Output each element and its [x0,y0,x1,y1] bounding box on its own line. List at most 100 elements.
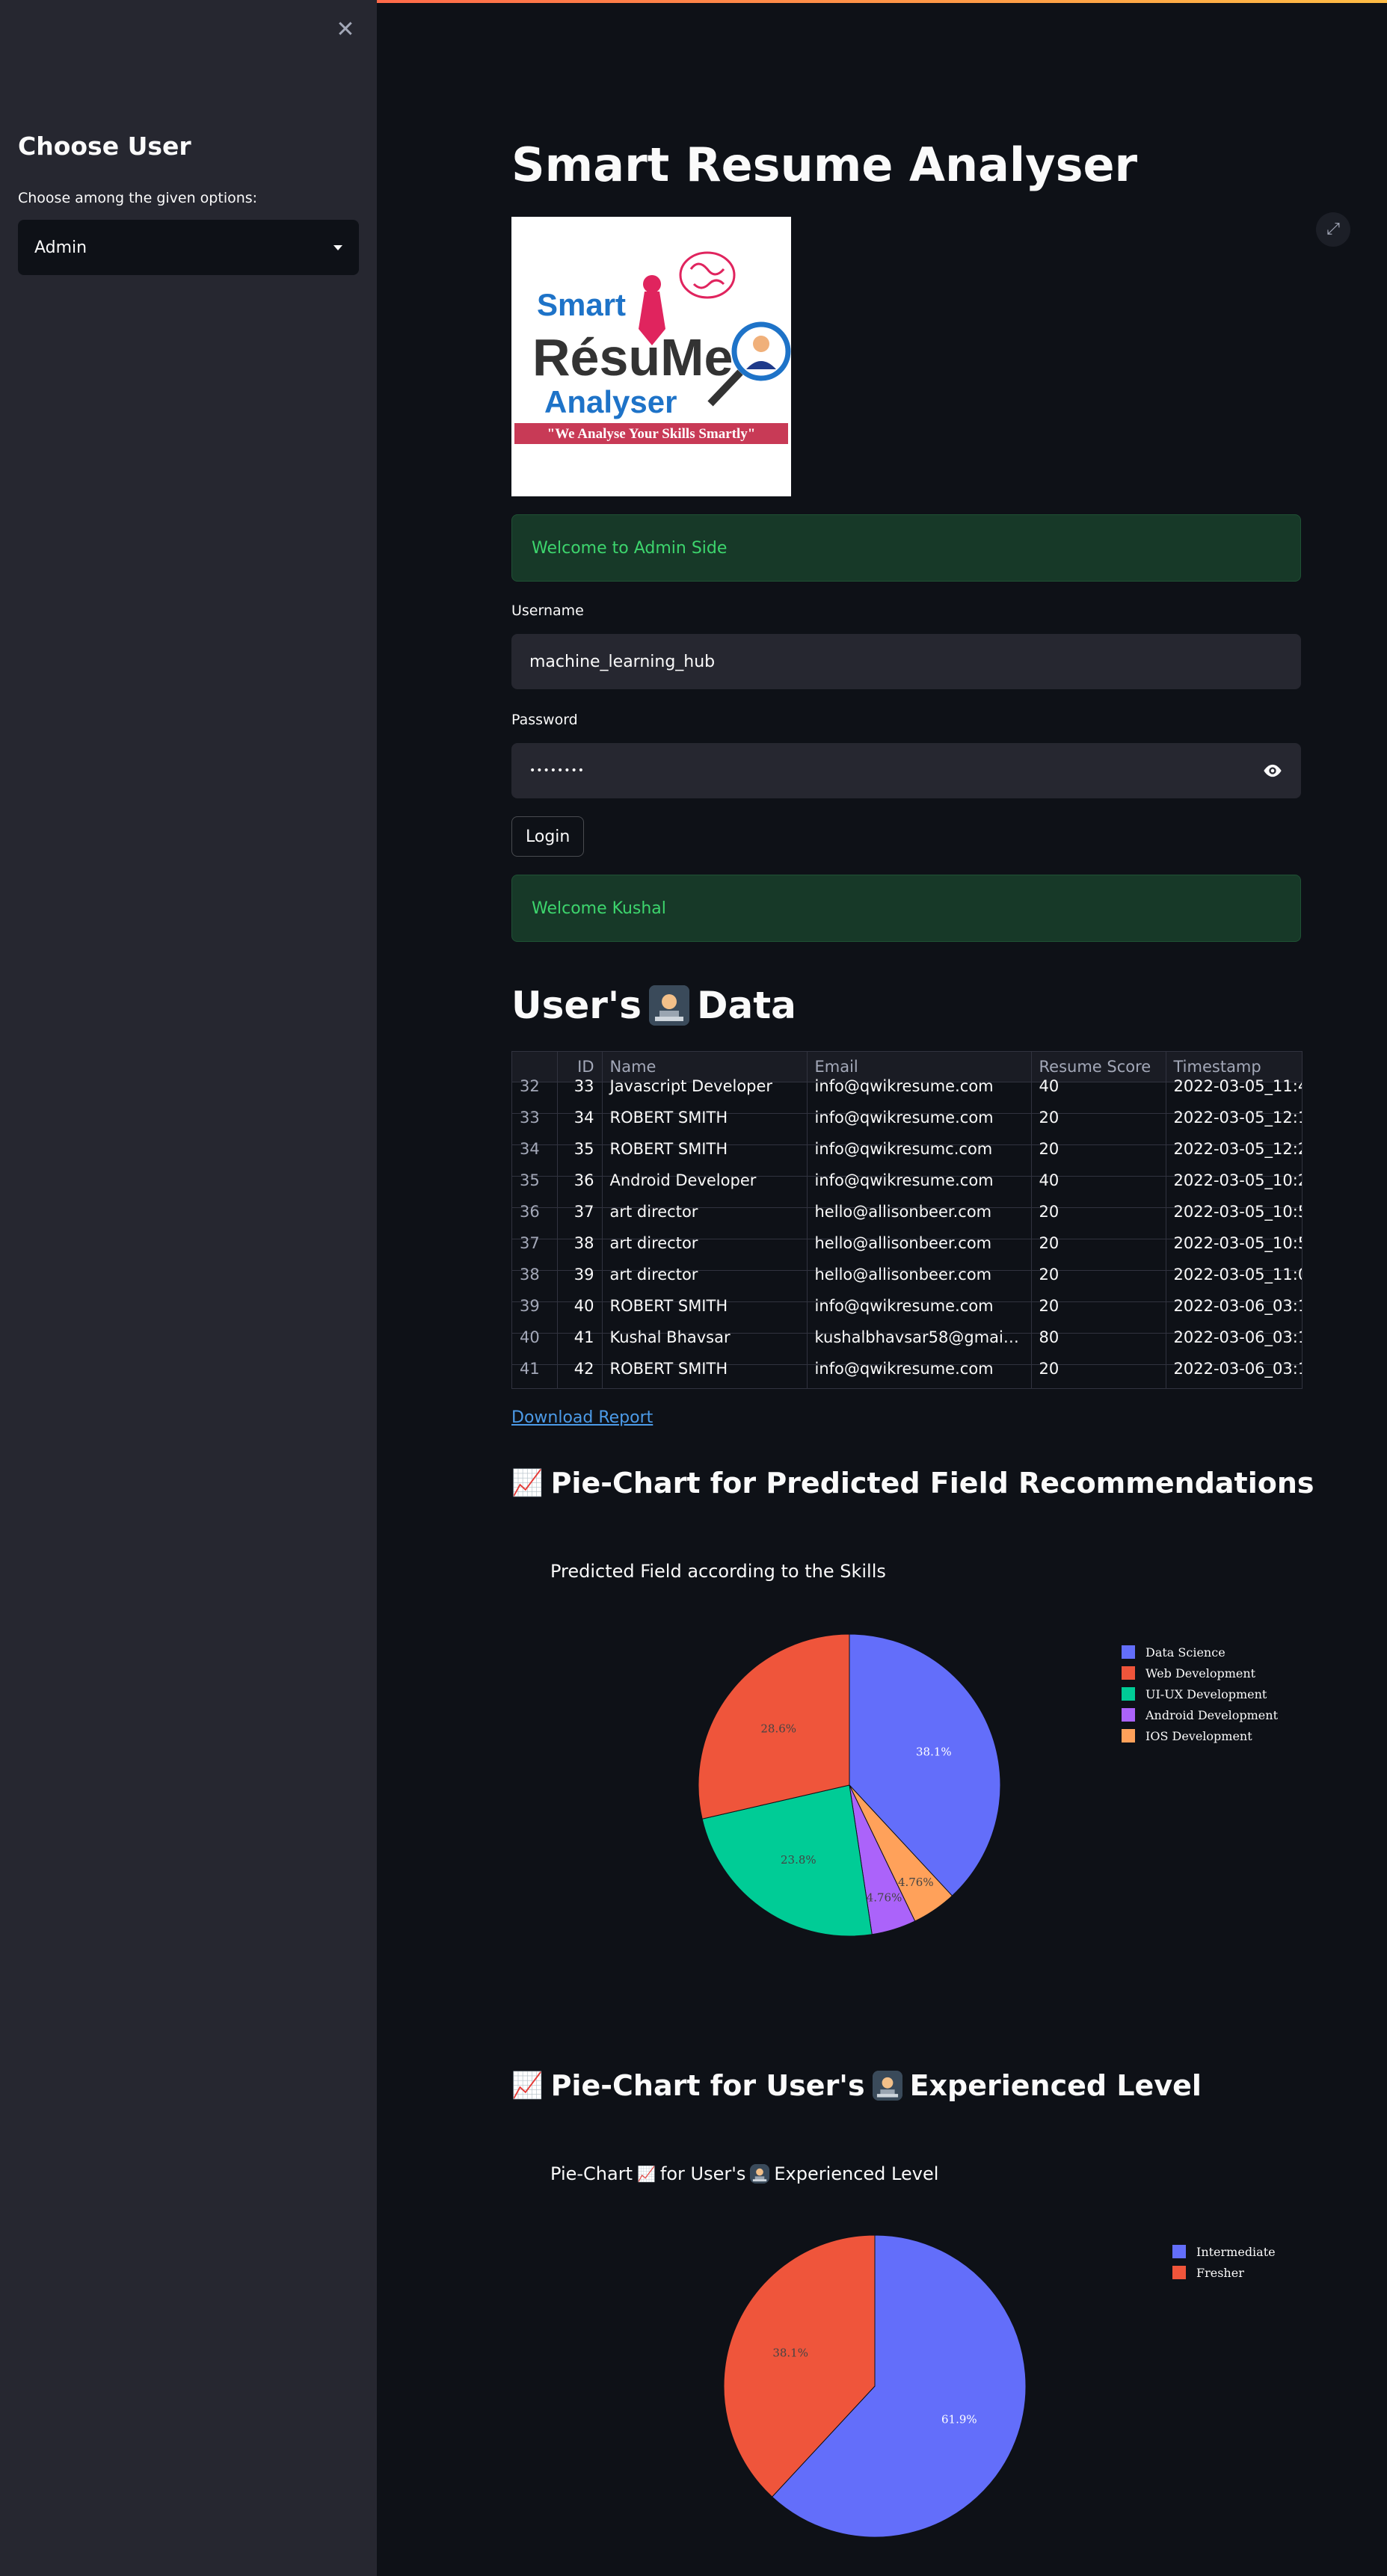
legend-label: IOS Development [1145,1728,1252,1743]
table-cell: hello@allisonbeer.com [807,1227,1032,1259]
password-label: Password [511,712,578,728]
legend-item[interactable]: UI-UX Development [1122,1683,1278,1704]
table-cell: 34 [512,1133,558,1165]
chart2-title: Pie-Chart 📈 for User's Experienced Level [550,2163,938,2184]
table-cell: Kushal Bhavsar [602,1321,808,1353]
table-cell: 40 [1031,1070,1166,1102]
legend-swatch [1172,2245,1186,2258]
table-row[interactable]: 38 39 art director hello@allisonbeer.com 20 2… [512,1258,1302,1290]
table-cell: 2022-03-06_03:1 [1166,1289,1302,1322]
pie-slice-label: 38.1% [772,2347,808,2360]
table-cell: 40 [512,1321,558,1353]
table-cell: info@qwikresume.com [807,1352,1032,1384]
table-cell: 39 [557,1258,603,1290]
table-cell: 2022-03-05_12:2 [1166,1133,1302,1165]
technologist-emoji-icon [750,2164,770,2184]
legend-fields: Data Science Web Development UI-UX Develop… [1122,1642,1278,1746]
table-cell: 2022-03-06_03:1 [1166,1321,1302,1353]
table-cell: 2022-03-05_11:4 [1166,1070,1302,1102]
select-label: Choose among the given options: [18,190,258,206]
table-cell: 20 [1031,1101,1166,1133]
table-cell: ROBERT SMITH [602,1352,808,1384]
table-cell: art director [602,1227,808,1259]
legend-label: Data Science [1145,1645,1225,1660]
legend-label: Web Development [1145,1666,1256,1680]
section2-heading-pre: Pie-Chart for User's [550,2069,865,2102]
table-cell: 40 [557,1289,603,1322]
table-row[interactable]: 33 34 ROBERT SMITH info@qwikresume.com 20 202… [512,1101,1302,1133]
table-cell: ROBERT SMITH [602,1101,808,1133]
table-cell: 41 [557,1321,603,1353]
svg-text:RésuMe: RésuMe [532,328,733,386]
pie-chart-fields-heading: 📈 Pie-Chart for Predicted Field Recommen… [511,1461,1314,1506]
admin-welcome-alert: Welcome to Admin Side [511,514,1301,582]
select-value: Admin [34,238,87,257]
table-cell: ROBERT SMITH [602,1289,808,1322]
table-cell: 42 [557,1352,603,1384]
table-row[interactable]: 34 35 ROBERT SMITH info@qwikresumc.com 20 202… [512,1133,1302,1165]
table-cell: 33 [557,1070,603,1102]
pie-slice-label: 4.76% [867,1891,902,1905]
login-button[interactable]: Login [511,816,585,857]
pie-chart-experience[interactable]: 61.9% 38.1% [685,2216,1074,2545]
table-cell: 2022-03-06_03:1 [1166,1352,1302,1384]
brain-icon [679,251,736,299]
legend-item[interactable]: Web Development [1122,1663,1278,1683]
chart2-title-post: Experienced Level [774,2163,939,2184]
legend-item[interactable]: Android Development [1122,1704,1278,1725]
table-row[interactable]: 35 36 Android Developer info@qwikresume.com… [512,1164,1302,1196]
pie-slice-label: 38.1% [916,1745,952,1759]
username-input[interactable]: machine_learning_hub [511,634,1301,689]
table-row[interactable]: 32 33 Javascript Developer info@qwikresume.… [512,1070,1302,1102]
legend-label: Intermediate [1196,2244,1276,2259]
legend-item[interactable]: IOS Development [1122,1725,1278,1746]
table-row[interactable]: 36 37 art director hello@allisonbeer.com 20 2… [512,1195,1302,1227]
fullscreen-icon[interactable]: ⤢ [1316,212,1350,247]
table-cell: 39 [512,1289,558,1322]
table-cell: 33 [512,1101,558,1133]
legend-item[interactable]: Fresher [1172,2262,1276,2283]
legend-swatch [1122,1645,1135,1659]
pie-chart-fields[interactable]: 38.1% 4.76% 4.76% 23.8% 28.6% [658,1615,1047,1944]
close-sidebar-icon[interactable]: ✕ [332,16,359,43]
legend-experience: Intermediate Fresher [1172,2241,1276,2283]
pie-slice-label: 28.6% [760,1722,796,1736]
admin-welcome-text: Welcome to Admin Side [532,538,728,558]
table-row[interactable]: 39 40 ROBERT SMITH info@qwikresume.com 20 202… [512,1289,1302,1322]
table-cell: 36 [512,1195,558,1227]
download-report-link[interactable]: Download Report [511,1408,653,1427]
login-button-label: Login [526,827,571,846]
eye-icon[interactable] [1262,760,1283,781]
legend-swatch [1172,2266,1186,2279]
table-cell: info@qwikresume.com [807,1289,1032,1322]
table-row[interactable]: 37 38 art director hello@allisonbeer.com 20 2… [512,1227,1302,1259]
user-welcome-alert: Welcome Kushal [511,875,1301,942]
table-cell: 37 [557,1195,603,1227]
users-data-table[interactable]: ID Name Email Resume Score Timestamp 32 3… [511,1051,1303,1389]
legend-swatch [1122,1729,1135,1743]
legend-swatch [1122,1708,1135,1722]
users-data-heading: User's Data [511,975,796,1036]
table-row[interactable]: 40 41 Kushal Bhavsar kushalbhavsar58@gmail.… [512,1321,1302,1353]
table-cell: 34 [557,1101,603,1133]
technologist-emoji-icon [872,2071,902,2101]
table-row[interactable]: 41 42 ROBERT SMITH info@qwikresume.com 20 202… [512,1352,1302,1384]
table-cell: ROBERT SMITH [602,1133,808,1165]
table-cell: 20 [1031,1195,1166,1227]
user-type-select[interactable]: Admin [18,220,359,275]
table-cell: 38 [512,1258,558,1290]
section1-heading-text: Pie-Chart for Predicted Field Recommenda… [550,1467,1314,1500]
technologist-emoji-icon [649,985,689,1026]
table-cell: Android Developer [602,1164,808,1196]
table-cell: 35 [512,1164,558,1196]
table-cell: hello@allisonbeer.com [807,1195,1032,1227]
pie-slice-label: 4.76% [898,1876,934,1889]
table-cell: 36 [557,1164,603,1196]
table-cell: 35 [557,1133,603,1165]
chart2-title-mid: for User's [659,2163,746,2184]
legend-item[interactable]: Intermediate [1172,2241,1276,2262]
legend-swatch [1122,1666,1135,1680]
chart-increasing-emoji-icon: 📈 [637,2165,656,2183]
password-input[interactable]: •••••••• [511,743,1301,798]
legend-item[interactable]: Data Science [1122,1642,1278,1663]
